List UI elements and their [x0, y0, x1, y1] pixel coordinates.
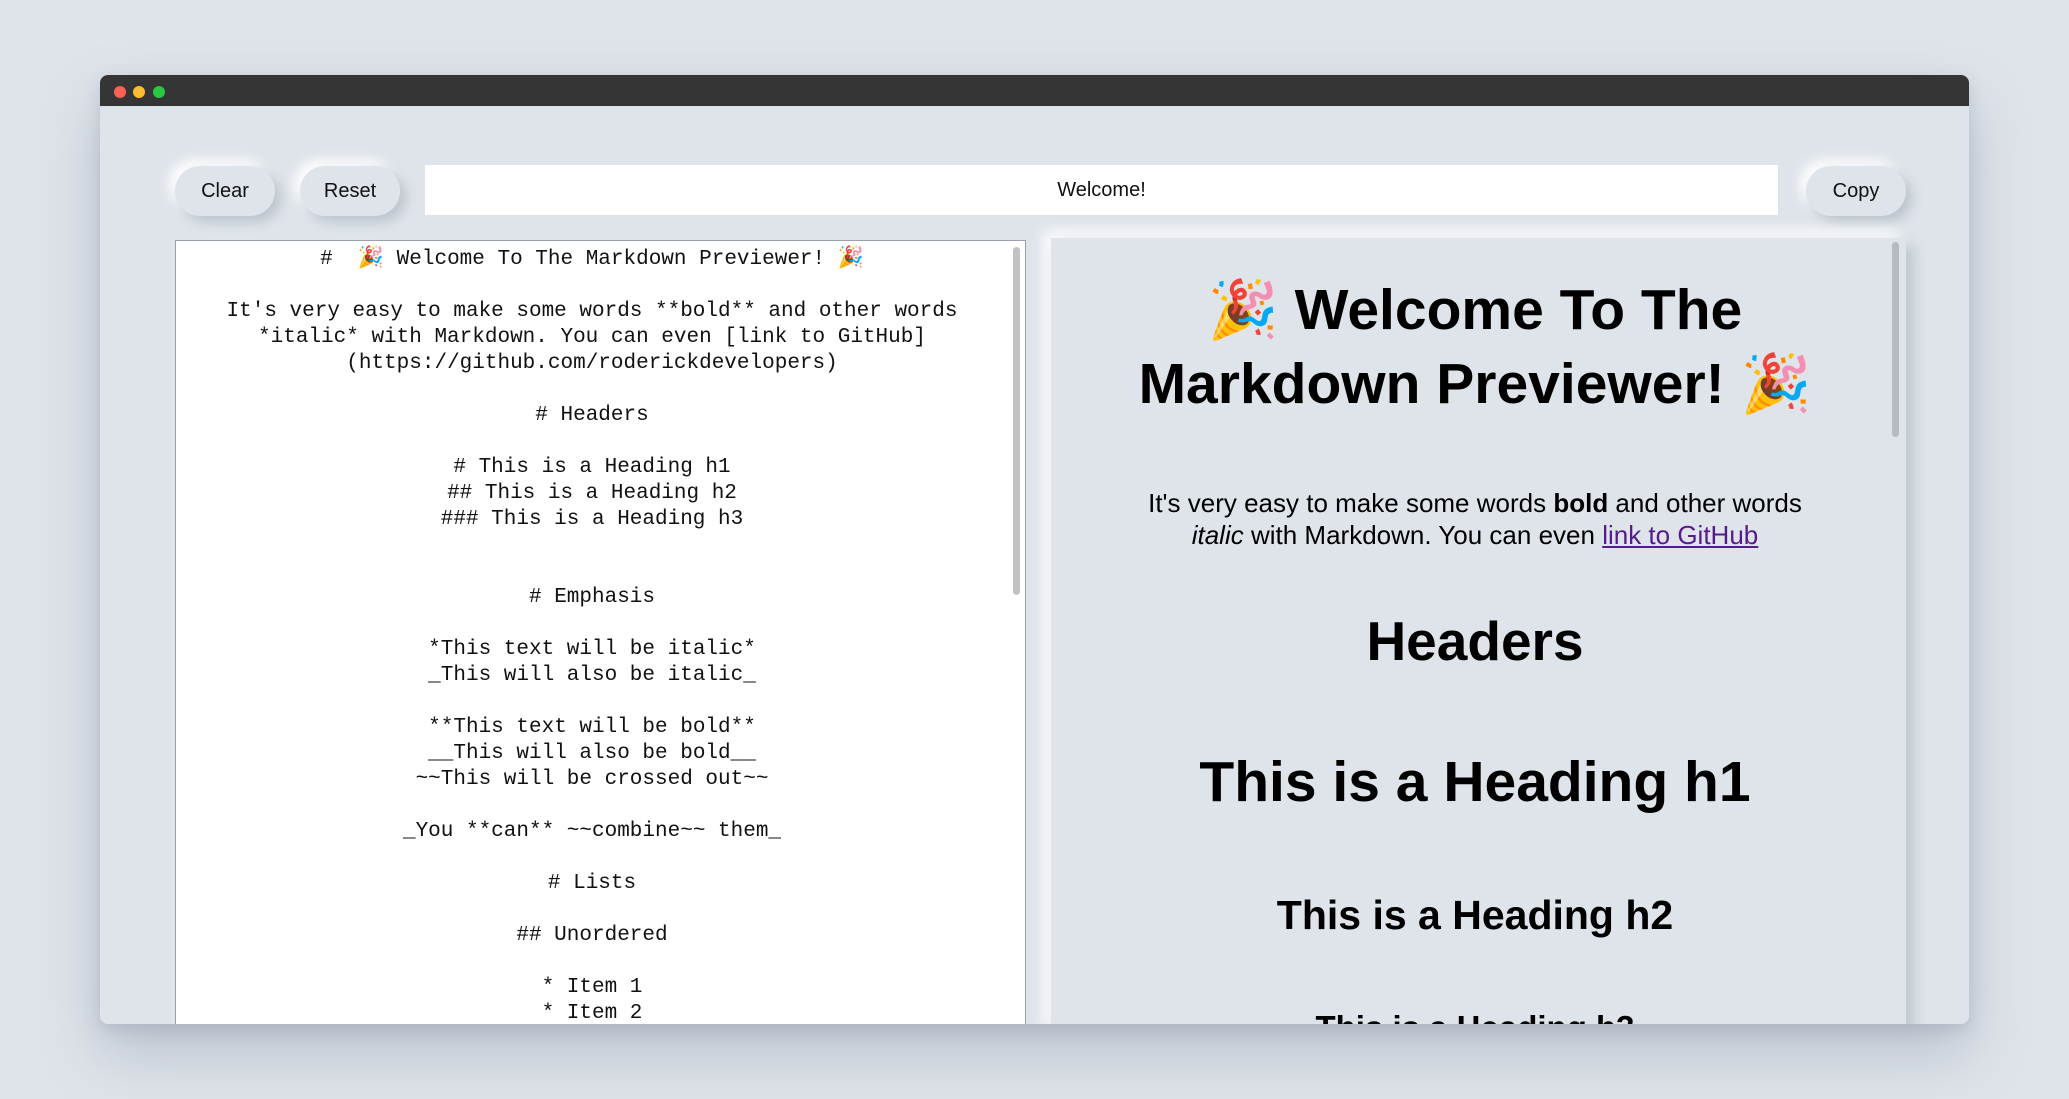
para-text-3: with Markdown. You can even: [1243, 520, 1603, 550]
title-bar: [100, 75, 1969, 106]
preview-heading-h2: This is a Heading h2: [1276, 892, 1674, 938]
para-text-2: and other words: [1608, 488, 1802, 518]
reset-button[interactable]: Reset: [300, 166, 400, 216]
close-window-dot[interactable]: [114, 86, 126, 98]
editor-textarea[interactable]: # 🎉 Welcome To The Markdown Previewer! 🎉…: [176, 247, 1008, 1024]
minimize-window-dot[interactable]: [133, 86, 145, 98]
copy-button[interactable]: Copy: [1806, 166, 1906, 216]
preview-heading-h1: This is a Heading h1: [1199, 750, 1751, 814]
preview-title: 🎉 Welcome To The Markdown Previewer! 🎉: [1138, 278, 1812, 416]
editor-scrollbar[interactable]: [1010, 241, 1024, 1024]
clear-button[interactable]: Clear: [175, 166, 275, 216]
para-text-1: It's very easy to make some words: [1148, 488, 1554, 518]
github-link[interactable]: link to GitHub: [1602, 520, 1758, 550]
preview-headers-heading: Headers: [1366, 610, 1584, 672]
preview-heading-h3: This is a Heading h3: [1071, 1008, 1879, 1024]
para-italic-text: italic: [1191, 520, 1244, 550]
app-window: Clear Reset Copy # 🎉 Welcome To The Mark…: [100, 75, 1969, 1024]
preview-scrollbar-thumb[interactable]: [1892, 242, 1899, 437]
markdown-editor[interactable]: # 🎉 Welcome To The Markdown Previewer! 🎉…: [175, 240, 1026, 1024]
para-bold-text: bold: [1553, 488, 1609, 518]
markdown-preview: 🎉 Welcome To The Markdown Previewer! 🎉 I…: [1051, 238, 1906, 1024]
document-title-input[interactable]: [425, 165, 1778, 215]
preview-paragraph: It's very easy to make some words bold a…: [1071, 487, 1879, 551]
editor-scrollbar-thumb[interactable]: [1013, 247, 1020, 595]
maximize-window-dot[interactable]: [153, 86, 165, 98]
